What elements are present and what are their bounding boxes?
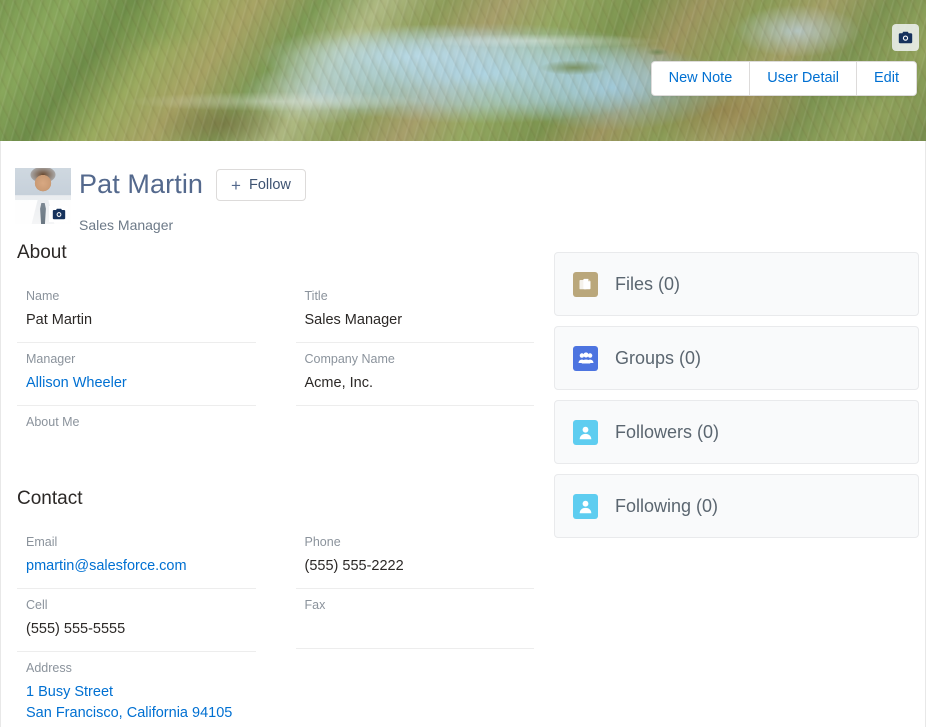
address-line-2[interactable]: San Francisco, California 94105 [26, 703, 256, 724]
follow-button[interactable]: + Follow [216, 169, 306, 201]
field-label: Phone [304, 535, 341, 550]
followers-card-label: Followers (0) [615, 421, 720, 442]
user-profile-page: New Note User Detail Edit Pat Martin + F… [0, 0, 926, 727]
field-value: Pat Martin [26, 312, 93, 328]
following-card[interactable]: Following (0) [554, 474, 919, 538]
field-address[interactable]: Address 1 Busy Street San Francisco, Cal… [17, 652, 256, 727]
following-card-label: Following (0) [615, 495, 719, 516]
camera-icon [52, 208, 65, 220]
field-about-me[interactable]: About Me [17, 406, 256, 466]
plus-icon: + [231, 175, 241, 195]
field-label: Company Name [304, 352, 395, 367]
about-fields-right: Title Sales Manager Company Name Acme, I… [295, 280, 535, 466]
field-label: Title [304, 289, 328, 303]
user-icon [573, 493, 598, 519]
contact-fields: Email pmartin@salesforce.com Cell (555) … [17, 526, 534, 727]
field-label: Cell [26, 598, 48, 613]
profile-subtitle: Sales Manager [79, 217, 174, 233]
field-label: Email [26, 535, 58, 550]
files-card-label: Files (0) [615, 273, 681, 294]
contact-fields-left: Email pmartin@salesforce.com Cell (555) … [17, 526, 256, 727]
field-phone[interactable]: Phone (555) 555-2222 [295, 526, 534, 590]
address-line-1[interactable]: 1 Busy Street [26, 682, 256, 703]
field-label: Manager [26, 352, 76, 367]
profile-body: Pat Martin + Follow Sales Manager About … [0, 141, 926, 727]
field-value: (555) 555-5555 [26, 621, 126, 638]
follow-button-label: Follow [248, 177, 291, 193]
manager-link[interactable]: Allison Wheeler [26, 373, 256, 394]
banner-action-buttons: New Note User Detail Edit [650, 61, 917, 96]
file-icon [573, 271, 598, 297]
field-value: (555) 555-2222 [304, 558, 404, 575]
field-title[interactable]: Title Sales Manager [295, 280, 534, 344]
related-cards-column: Files (0) Groups (0) Followers (0) Follo… [554, 242, 925, 727]
details-column: About Name Pat Martin Manager Allison Wh… [1, 242, 554, 727]
contact-fields-right: Phone (555) 555-2222 Fax [295, 526, 534, 727]
profile-header: Pat Martin + Follow Sales Manager [1, 141, 925, 242]
groups-card-label: Groups (0) [615, 347, 702, 368]
field-label: Address [26, 661, 72, 676]
field-name[interactable]: Name Pat Martin [17, 280, 256, 344]
field-spacer [296, 406, 535, 466]
contact-section-heading: Contact [17, 488, 83, 510]
field-company-name[interactable]: Company Name Acme, Inc. [295, 343, 534, 407]
user-detail-button[interactable]: User Detail [749, 62, 856, 95]
profile-columns: About Name Pat Martin Manager Allison Wh… [1, 242, 925, 727]
camera-icon [898, 31, 913, 44]
field-manager[interactable]: Manager Allison Wheeler [17, 343, 256, 407]
avatar-camera-button[interactable] [49, 206, 68, 222]
field-label: Fax [304, 598, 326, 613]
field-cell[interactable]: Cell (555) 555-5555 [17, 589, 256, 653]
groups-card[interactable]: Groups (0) [554, 326, 919, 390]
field-value: Acme, Inc. [304, 375, 374, 392]
about-fields-left: Name Pat Martin Manager Allison Wheeler … [17, 280, 256, 466]
name-and-follow: Pat Martin + Follow [79, 169, 306, 201]
new-note-button[interactable]: New Note [651, 62, 750, 95]
followers-card[interactable]: Followers (0) [554, 400, 919, 464]
field-label: About Me [26, 415, 80, 430]
field-email[interactable]: Email pmartin@salesforce.com [17, 526, 256, 590]
groups-icon [573, 345, 598, 371]
files-card[interactable]: Files (0) [554, 252, 919, 316]
page-title: Pat Martin [79, 169, 204, 200]
field-value: Sales Manager [304, 312, 403, 328]
field-fax[interactable]: Fax [295, 589, 534, 650]
edit-button[interactable]: Edit [856, 62, 916, 95]
banner-camera-button[interactable] [892, 24, 919, 51]
user-icon [573, 419, 598, 445]
address-value: 1 Busy Street San Francisco, California … [26, 682, 256, 727]
field-label: Name [26, 289, 60, 303]
email-link[interactable]: pmartin@salesforce.com [26, 556, 256, 577]
profile-banner: New Note User Detail Edit [0, 0, 926, 141]
about-fields: Name Pat Martin Manager Allison Wheeler … [17, 280, 534, 466]
about-section-heading: About [17, 242, 67, 263]
